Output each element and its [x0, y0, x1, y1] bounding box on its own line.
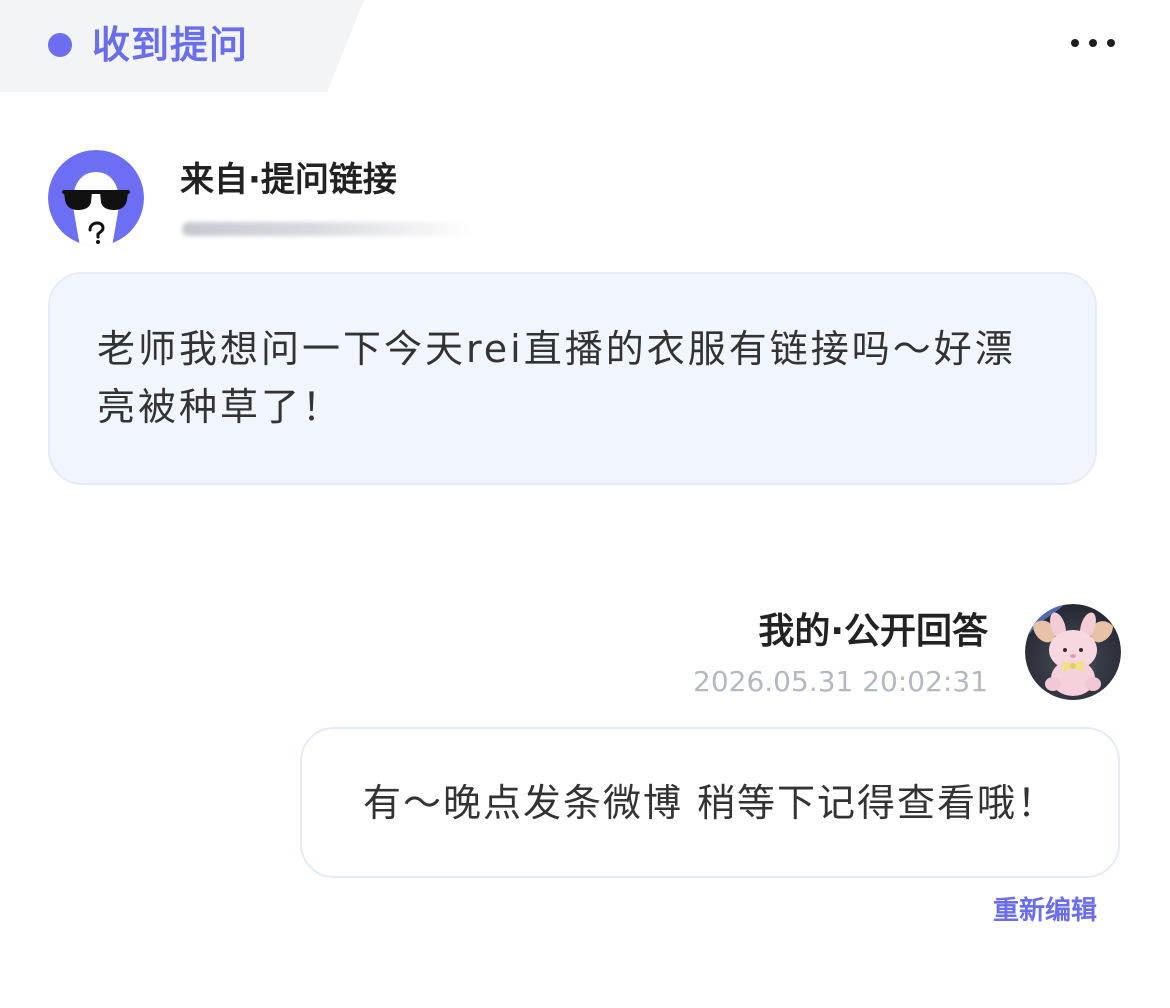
status-dot-icon [48, 33, 72, 57]
more-icon-dot [1107, 39, 1115, 47]
more-icon[interactable] [1071, 37, 1115, 49]
anonymous-avatar-icon [48, 150, 144, 246]
answer-label: 我的·公开回答 [758, 611, 988, 652]
answer-bubble: 有～晚点发条微博 稍等下记得查看哦！ [300, 727, 1120, 878]
answer-text: 有～晚点发条微博 稍等下记得查看哦！ [362, 780, 1058, 825]
more-icon-dot [1089, 39, 1097, 47]
page-title: 收到提问 [92, 23, 249, 67]
redacted-link-blur [182, 222, 474, 236]
question-text: 老师我想问一下今天rei直播的衣服有链接吗～好漂亮被种草了！ [97, 327, 1016, 429]
question-sender-label: 来自·提问链接 [180, 160, 397, 200]
question-bubble: 老师我想问一下今天rei直播的衣服有链接吗～好漂亮被种草了！ [48, 272, 1097, 485]
my-avatar [1025, 604, 1121, 700]
re-edit-button[interactable]: 重新编辑 [993, 893, 1097, 929]
answer-timestamp: 2026.05.31 20:02:31 [693, 665, 988, 698]
more-icon-dot [1071, 39, 1079, 47]
